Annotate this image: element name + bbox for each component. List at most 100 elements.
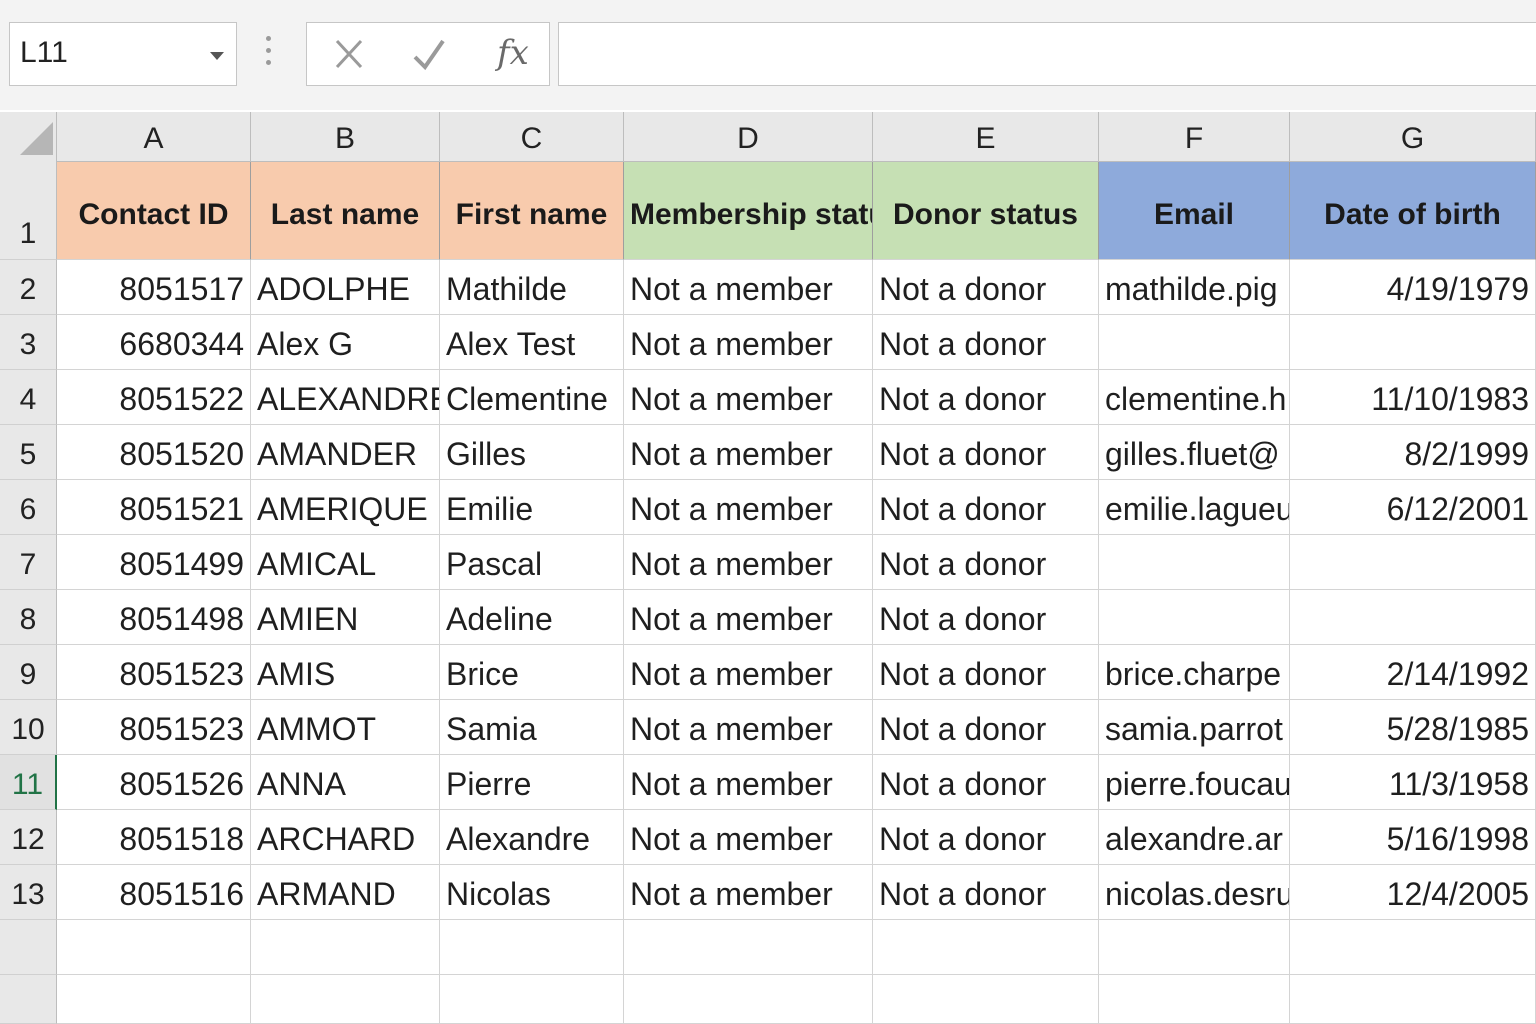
cell-email[interactable]: pierre.foucau bbox=[1099, 755, 1290, 810]
cell-email[interactable]: brice.charpe bbox=[1099, 645, 1290, 700]
cell-date-of-birth[interactable]: 11/3/1958 bbox=[1290, 755, 1536, 810]
cell-last-name[interactable]: AMICAL bbox=[251, 535, 440, 590]
row-header-4[interactable]: 4 bbox=[0, 370, 57, 425]
cell-last-name[interactable] bbox=[251, 920, 440, 975]
cell-membership-status[interactable]: Not a member bbox=[624, 425, 873, 480]
cell-contact-id[interactable]: 8051520 bbox=[57, 425, 251, 480]
cell-first-name[interactable] bbox=[440, 975, 624, 1024]
cell-last-name[interactable]: Alex G bbox=[251, 315, 440, 370]
cell-date-of-birth[interactable] bbox=[1290, 920, 1536, 975]
cell-contact-id[interactable]: 8051523 bbox=[57, 645, 251, 700]
cell-contact-id[interactable]: 8051499 bbox=[57, 535, 251, 590]
row-header-empty[interactable] bbox=[0, 920, 57, 975]
check-icon[interactable] bbox=[407, 35, 451, 75]
cell-email[interactable] bbox=[1099, 590, 1290, 645]
cell-date-of-birth[interactable] bbox=[1290, 535, 1536, 590]
cell-email[interactable] bbox=[1099, 535, 1290, 590]
header-cell-date-of-birth[interactable]: Date of birth bbox=[1290, 162, 1536, 260]
cell-donor-status[interactable]: Not a donor bbox=[873, 590, 1099, 645]
cell-membership-status[interactable]: Not a member bbox=[624, 700, 873, 755]
cell-date-of-birth[interactable]: 2/14/1992 bbox=[1290, 645, 1536, 700]
cell-first-name[interactable] bbox=[440, 920, 624, 975]
cell-contact-id[interactable]: 8051518 bbox=[57, 810, 251, 865]
cell-first-name[interactable]: Samia bbox=[440, 700, 624, 755]
row-header-1[interactable]: 1 bbox=[0, 162, 57, 260]
cell-date-of-birth[interactable]: 5/16/1998 bbox=[1290, 810, 1536, 865]
cell-last-name[interactable] bbox=[251, 975, 440, 1024]
cell-contact-id[interactable]: 8051498 bbox=[57, 590, 251, 645]
row-header-7[interactable]: 7 bbox=[0, 535, 57, 590]
cell-donor-status[interactable]: Not a donor bbox=[873, 755, 1099, 810]
cell-first-name[interactable]: Nicolas bbox=[440, 865, 624, 920]
cell-membership-status[interactable]: Not a member bbox=[624, 590, 873, 645]
column-header-d[interactable]: D bbox=[624, 112, 873, 162]
cell-donor-status[interactable]: Not a donor bbox=[873, 370, 1099, 425]
cell-membership-status[interactable]: Not a member bbox=[624, 755, 873, 810]
cell-date-of-birth[interactable] bbox=[1290, 315, 1536, 370]
row-header-8[interactable]: 8 bbox=[0, 590, 57, 645]
column-header-c[interactable]: C bbox=[440, 112, 624, 162]
cell-last-name[interactable]: AMERIQUE bbox=[251, 480, 440, 535]
cell-first-name[interactable]: Emilie bbox=[440, 480, 624, 535]
cell-last-name[interactable]: ALEXANDRE bbox=[251, 370, 440, 425]
cell-last-name[interactable]: AMMOT bbox=[251, 700, 440, 755]
row-header-11[interactable]: 11 bbox=[0, 755, 57, 810]
cell-first-name[interactable]: Clementine bbox=[440, 370, 624, 425]
row-header-13[interactable]: 13 bbox=[0, 865, 57, 920]
cell-donor-status[interactable]: Not a donor bbox=[873, 315, 1099, 370]
cell-first-name[interactable]: Pascal bbox=[440, 535, 624, 590]
formula-input[interactable] bbox=[558, 22, 1536, 86]
header-cell-membership-status[interactable]: Membership status bbox=[624, 162, 873, 260]
row-header-12[interactable]: 12 bbox=[0, 810, 57, 865]
cell-membership-status[interactable]: Not a member bbox=[624, 645, 873, 700]
cell-last-name[interactable]: AMANDER bbox=[251, 425, 440, 480]
cell-donor-status[interactable]: Not a donor bbox=[873, 865, 1099, 920]
cell-date-of-birth[interactable]: 6/12/2001 bbox=[1290, 480, 1536, 535]
cell-date-of-birth[interactable]: 11/10/1983 bbox=[1290, 370, 1536, 425]
column-header-a[interactable]: A bbox=[57, 112, 251, 162]
cell-membership-status[interactable] bbox=[624, 975, 873, 1024]
cell-donor-status[interactable]: Not a donor bbox=[873, 535, 1099, 590]
cell-contact-id[interactable] bbox=[57, 920, 251, 975]
cell-email[interactable] bbox=[1099, 920, 1290, 975]
cell-date-of-birth[interactable]: 5/28/1985 bbox=[1290, 700, 1536, 755]
cell-email[interactable]: emilie.lagueu bbox=[1099, 480, 1290, 535]
cell-donor-status[interactable]: Not a donor bbox=[873, 480, 1099, 535]
cell-contact-id[interactable]: 8051517 bbox=[57, 260, 251, 315]
cell-contact-id[interactable]: 6680344 bbox=[57, 315, 251, 370]
cell-contact-id[interactable]: 8051521 bbox=[57, 480, 251, 535]
cell-contact-id[interactable] bbox=[57, 975, 251, 1024]
row-header-6[interactable]: 6 bbox=[0, 480, 57, 535]
cell-first-name[interactable]: Adeline bbox=[440, 590, 624, 645]
cell-last-name[interactable]: ANNA bbox=[251, 755, 440, 810]
cell-contact-id[interactable]: 8051523 bbox=[57, 700, 251, 755]
insert-function-button[interactable]: fx bbox=[497, 33, 529, 73]
column-header-b[interactable]: B bbox=[251, 112, 440, 162]
cell-membership-status[interactable]: Not a member bbox=[624, 810, 873, 865]
column-header-g[interactable]: G bbox=[1290, 112, 1536, 162]
cell-donor-status[interactable]: Not a donor bbox=[873, 425, 1099, 480]
row-header-9[interactable]: 9 bbox=[0, 645, 57, 700]
cell-membership-status[interactable]: Not a member bbox=[624, 260, 873, 315]
cell-date-of-birth[interactable]: 12/4/2005 bbox=[1290, 865, 1536, 920]
cell-first-name[interactable]: Brice bbox=[440, 645, 624, 700]
row-header-5[interactable]: 5 bbox=[0, 425, 57, 480]
cell-membership-status[interactable]: Not a member bbox=[624, 315, 873, 370]
cell-email[interactable]: clementine.h bbox=[1099, 370, 1290, 425]
cell-donor-status[interactable]: Not a donor bbox=[873, 645, 1099, 700]
cell-email[interactable]: alexandre.ar bbox=[1099, 810, 1290, 865]
cell-date-of-birth[interactable]: 8/2/1999 bbox=[1290, 425, 1536, 480]
cell-date-of-birth[interactable] bbox=[1290, 975, 1536, 1024]
header-cell-email[interactable]: Email bbox=[1099, 162, 1290, 260]
cell-last-name[interactable]: ARMAND bbox=[251, 865, 440, 920]
cell-donor-status[interactable]: Not a donor bbox=[873, 260, 1099, 315]
cell-contact-id[interactable]: 8051526 bbox=[57, 755, 251, 810]
cell-email[interactable] bbox=[1099, 975, 1290, 1024]
cell-first-name[interactable]: Gilles bbox=[440, 425, 624, 480]
cell-email[interactable]: nicolas.desru bbox=[1099, 865, 1290, 920]
cell-donor-status[interactable]: Not a donor bbox=[873, 810, 1099, 865]
close-icon[interactable] bbox=[327, 35, 371, 75]
cell-first-name[interactable]: Mathilde bbox=[440, 260, 624, 315]
cell-date-of-birth[interactable]: 4/19/1979 bbox=[1290, 260, 1536, 315]
header-cell-last-name[interactable]: Last name bbox=[251, 162, 440, 260]
